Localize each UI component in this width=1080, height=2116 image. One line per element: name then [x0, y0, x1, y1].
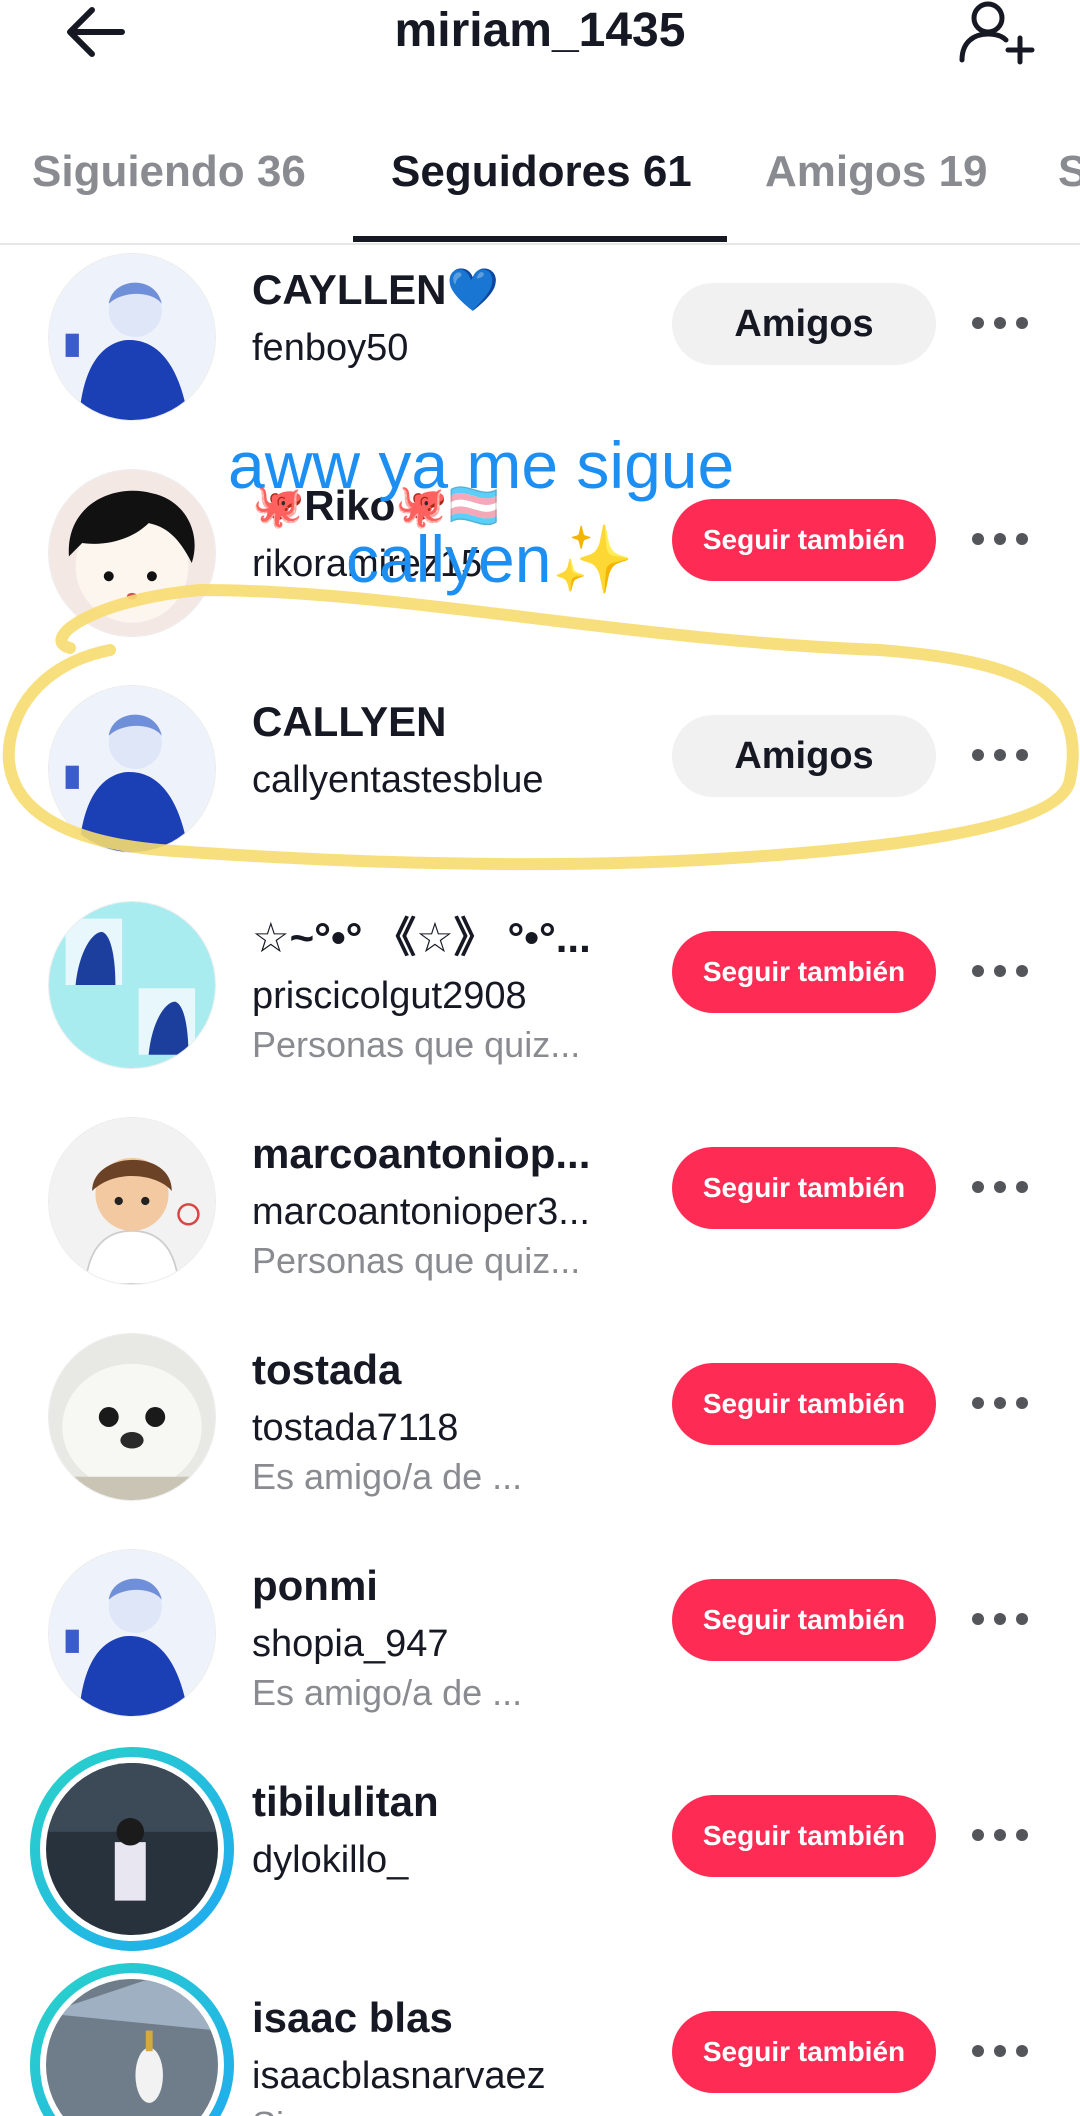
tab-friends[interactable]: Amigos 19 — [765, 150, 988, 194]
suggestion-reason: Personas que quiz... — [252, 1240, 581, 1281]
more-options-button[interactable] — [968, 731, 1032, 779]
follow-back-button[interactable]: Seguir también — [672, 499, 936, 581]
list-item[interactable]: ponmi shopia_947 Es amigo/a de ... Segui… — [0, 1525, 1080, 1741]
avatar-image — [49, 470, 215, 636]
avatar[interactable] — [48, 1549, 216, 1717]
list-item[interactable]: CALLYEN callyentastesblue Amigos — [0, 661, 1080, 877]
avatar — [40, 1973, 224, 2116]
avatar-image — [46, 1763, 218, 1935]
avatar-image — [49, 686, 215, 852]
avatar-image — [49, 902, 215, 1068]
avatar-image — [46, 1979, 218, 2116]
more-dots-icon — [972, 1613, 1028, 1625]
avatar[interactable] — [48, 901, 216, 1069]
follow-back-button[interactable]: Seguir también — [672, 1795, 936, 1877]
username: tostada7118 — [252, 1407, 459, 1449]
page-title: miriam_1435 — [394, 4, 686, 57]
mutual-friends-text: Es amigo/a de ... — [252, 1456, 523, 1497]
suggestion-reason: Personas que quiz... — [252, 1024, 581, 1065]
more-options-button[interactable] — [968, 1163, 1032, 1211]
list-item[interactable]: CAYLLEN💙 fenboy50 Amigos — [0, 229, 1080, 445]
username: priscicolgut2908 — [252, 975, 527, 1017]
avatar-image — [49, 1118, 215, 1284]
add-user-button[interactable] — [950, 0, 1040, 66]
avatar[interactable] — [48, 253, 216, 421]
avatar[interactable] — [48, 469, 216, 637]
follow-back-button[interactable]: Seguir también — [672, 1147, 936, 1229]
list-item[interactable]: tibilulitan dylokillo_ Seguir también — [0, 1741, 1080, 1957]
tab-followers[interactable]: Seguidores 61 — [391, 150, 692, 194]
more-options-button[interactable] — [968, 1379, 1032, 1427]
tab-suggested[interactable]: S — [1058, 150, 1080, 194]
friends-button[interactable]: Amigos — [672, 283, 936, 365]
more-options-button[interactable] — [968, 515, 1032, 563]
more-dots-icon — [972, 533, 1028, 545]
more-dots-icon — [972, 965, 1028, 977]
top-bar: miriam_1435 — [0, 0, 1080, 70]
username: marcoantonioper3... — [252, 1191, 590, 1233]
more-dots-icon — [972, 1829, 1028, 1841]
more-options-button[interactable] — [968, 2027, 1032, 2075]
list-item[interactable]: ☆~°•° 《☆》 °•°... priscicolgut2908 Person… — [0, 877, 1080, 1093]
display-name: marcoantoniop... — [252, 1130, 591, 1177]
display-name: ponmi — [252, 1562, 378, 1609]
username: fenboy50 — [252, 327, 409, 369]
more-dots-icon — [972, 1181, 1028, 1193]
more-dots-icon — [972, 317, 1028, 329]
display-name: isaac blas — [252, 1994, 453, 2041]
avatar-with-story-ring[interactable] — [30, 1963, 234, 2116]
avatar[interactable] — [48, 1333, 216, 1501]
username: rikoramirez15 — [252, 543, 483, 585]
more-options-button[interactable] — [968, 299, 1032, 347]
username: callyentastesblue — [252, 759, 544, 801]
more-options-button[interactable] — [968, 1595, 1032, 1643]
username: shopia_947 — [252, 1623, 449, 1665]
mutual-follows-text: Sigue a — [252, 2107, 374, 2116]
avatar-image — [49, 1334, 215, 1500]
display-name: CALLYEN — [252, 698, 447, 745]
more-dots-icon — [972, 749, 1028, 761]
list-item[interactable]: tostada tostada7118 Es amigo/a de ... Se… — [0, 1309, 1080, 1525]
display-name: CAYLLEN💙 — [252, 266, 499, 313]
avatar[interactable] — [48, 1117, 216, 1285]
avatar-with-story-ring[interactable] — [30, 1747, 234, 1951]
more-options-button[interactable] — [968, 1811, 1032, 1859]
list-item[interactable]: marcoantoniop... marcoantonioper3... Per… — [0, 1093, 1080, 1309]
avatar — [40, 1757, 224, 1941]
friends-button[interactable]: Amigos — [672, 715, 936, 797]
mutual-friends-text: Es amigo/a de ... — [252, 1672, 523, 1713]
more-options-button[interactable] — [968, 947, 1032, 995]
display-name: tostada — [252, 1346, 402, 1393]
username: dylokillo_ — [252, 1839, 409, 1881]
tab-following[interactable]: Siguiendo 36 — [32, 150, 306, 194]
display-name: 🐙Riko🐙🏳️‍⚧️ — [252, 482, 500, 529]
avatar[interactable] — [48, 685, 216, 853]
avatar-image — [49, 1550, 215, 1716]
more-dots-icon — [972, 1397, 1028, 1409]
list-item[interactable]: isaac blas isaacblasnarvaez Sigue a Segu… — [0, 1957, 1080, 2116]
list-item[interactable]: 🐙Riko🐙🏳️‍⚧️ rikoramirez15 Seguir también — [0, 445, 1080, 661]
follow-tabs: Siguiendo 36 Seguidores 61 Amigos 19 S — [0, 130, 1080, 245]
display-name: tibilulitan — [252, 1778, 439, 1825]
username: isaacblasnarvaez — [252, 2055, 546, 2097]
follow-back-button[interactable]: Seguir también — [672, 931, 936, 1013]
follow-back-button[interactable]: Seguir también — [672, 1363, 936, 1445]
add-user-icon — [959, 1, 1035, 65]
display-name: ☆~°•° 《☆》 °•°... — [252, 914, 591, 961]
avatar-image — [49, 254, 215, 420]
follow-back-button[interactable]: Seguir también — [672, 2011, 936, 2093]
follow-back-button[interactable]: Seguir también — [672, 1579, 936, 1661]
more-dots-icon — [972, 2045, 1028, 2057]
